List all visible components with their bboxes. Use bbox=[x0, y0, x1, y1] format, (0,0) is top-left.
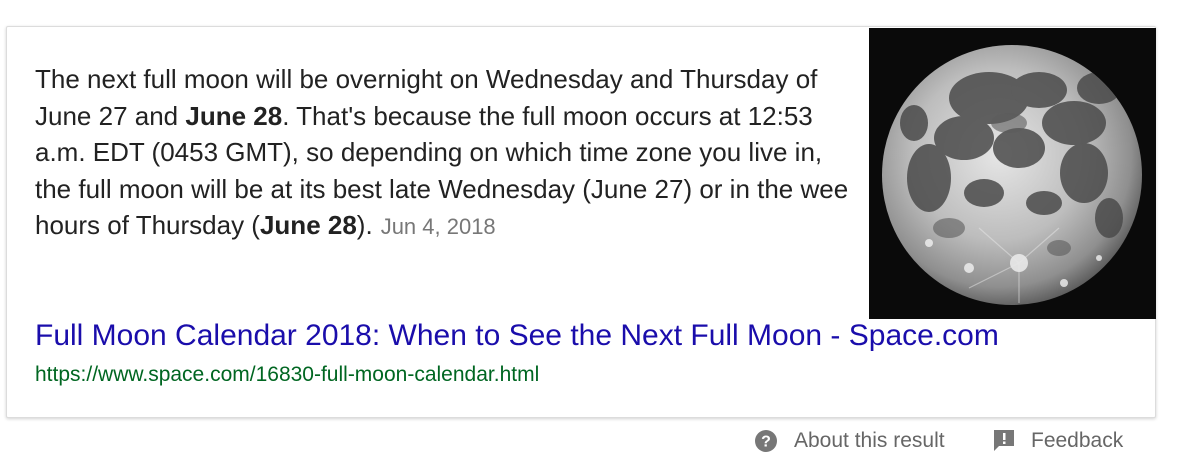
snippet-text: The next full moon will be overnight on … bbox=[35, 61, 855, 246]
snippet-date: Jun 4, 2018 bbox=[380, 214, 496, 239]
feedback-button[interactable]: Feedback bbox=[993, 428, 1123, 454]
about-this-result-button[interactable]: ? About this result bbox=[754, 428, 945, 454]
snippet-bold-date-2: June 28 bbox=[259, 210, 357, 240]
feedback-flag-icon bbox=[993, 429, 1015, 453]
question-circle-icon: ? bbox=[754, 429, 778, 453]
feedback-label: Feedback bbox=[1031, 429, 1124, 452]
svg-text:?: ? bbox=[761, 434, 771, 451]
full-moon-photo bbox=[869, 28, 1156, 319]
featured-snippet-card: The next full moon will be overnight on … bbox=[6, 26, 1156, 418]
result-title-link[interactable]: Full Moon Calendar 2018: When to See the… bbox=[35, 319, 999, 353]
moon-image[interactable] bbox=[869, 28, 1156, 319]
result-url: https://www.space.com/16830-full-moon-ca… bbox=[35, 363, 540, 386]
snippet-bold-date-1: June 28 bbox=[185, 100, 283, 131]
snippet-text-part-3: ). bbox=[356, 210, 373, 240]
about-this-result-label: About this result bbox=[794, 429, 945, 452]
